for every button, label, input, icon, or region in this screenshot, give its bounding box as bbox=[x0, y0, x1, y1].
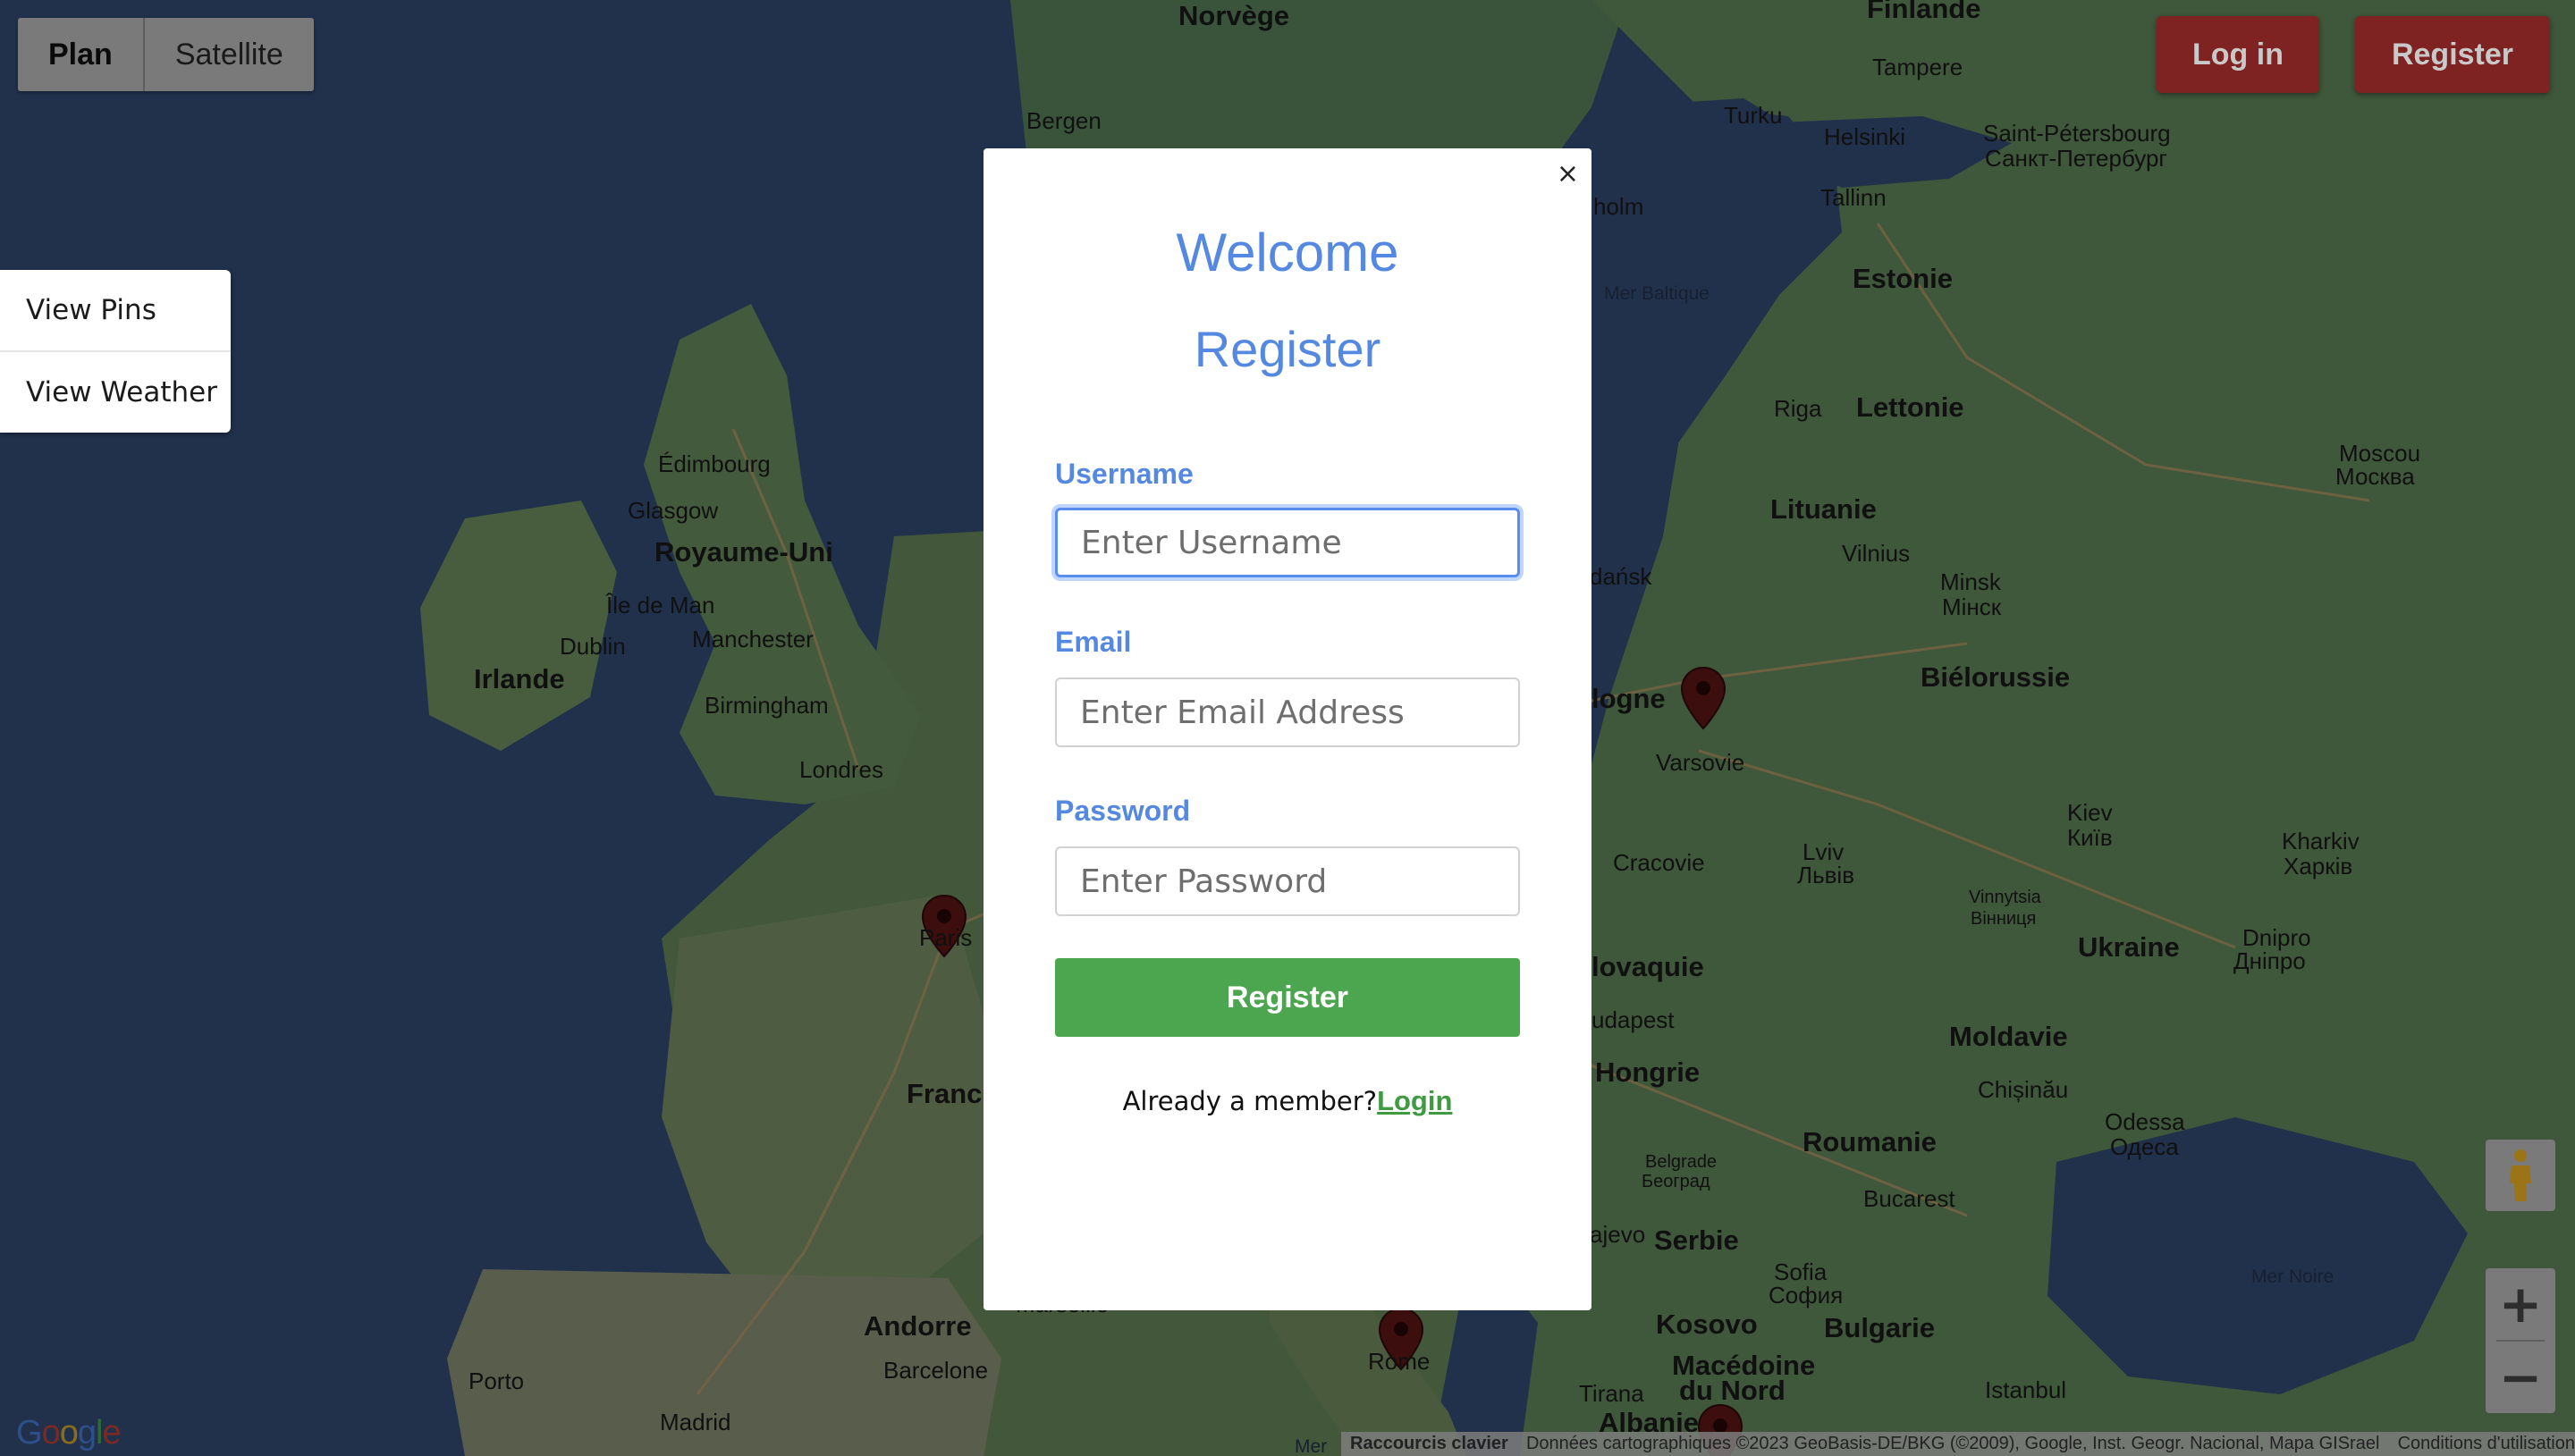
modal-title: Welcome bbox=[1176, 223, 1399, 282]
map-type-satellite-button[interactable]: Satellite bbox=[145, 18, 314, 91]
register-header-button[interactable]: Register bbox=[2355, 16, 2550, 93]
map-type-plan-button[interactable]: Plan bbox=[18, 18, 143, 91]
login-button[interactable]: Log in bbox=[2157, 16, 2319, 93]
zoom-in-button[interactable]: + bbox=[2486, 1268, 2555, 1340]
close-icon[interactable]: × bbox=[1557, 161, 1579, 188]
username-label: Username bbox=[1055, 458, 1194, 490]
password-label: Password bbox=[1055, 795, 1191, 827]
username-input[interactable] bbox=[1055, 508, 1520, 577]
map-data-attribution: Données cartographiques ©2023 GeoBasis-D… bbox=[1525, 1434, 2380, 1453]
already-member-label: Already a member? bbox=[1122, 1086, 1378, 1116]
already-member-text: Already a member?Login bbox=[984, 1085, 1591, 1117]
login-link[interactable]: Login bbox=[1377, 1085, 1452, 1116]
register-modal: × Welcome Register Username Email Passwo… bbox=[984, 148, 1591, 1310]
password-input[interactable] bbox=[1055, 846, 1520, 916]
side-menu: View Pins View Weather bbox=[0, 270, 231, 433]
street-view-pegman-icon[interactable] bbox=[2486, 1140, 2555, 1211]
zoom-out-button[interactable]: − bbox=[2486, 1342, 2555, 1413]
map-type-control: Plan Satellite bbox=[18, 18, 314, 91]
map-attribution-bar: Raccourcis clavier Données cartographiqu… bbox=[1341, 1432, 2575, 1456]
email-label: Email bbox=[1055, 626, 1132, 658]
terms-of-use-link[interactable]: Conditions d'utilisation bbox=[2398, 1434, 2575, 1454]
google-logo: Google bbox=[16, 1414, 122, 1452]
view-weather-menu-item[interactable]: View Weather bbox=[0, 352, 231, 433]
email-input[interactable] bbox=[1055, 678, 1520, 747]
zoom-control: + − bbox=[2486, 1268, 2555, 1413]
keyboard-shortcuts-link[interactable]: Raccourcis clavier bbox=[1350, 1434, 1508, 1454]
modal-subtitle: Register bbox=[1194, 321, 1381, 377]
view-pins-menu-item[interactable]: View Pins bbox=[0, 270, 231, 350]
register-submit-button[interactable]: Register bbox=[1055, 958, 1520, 1037]
